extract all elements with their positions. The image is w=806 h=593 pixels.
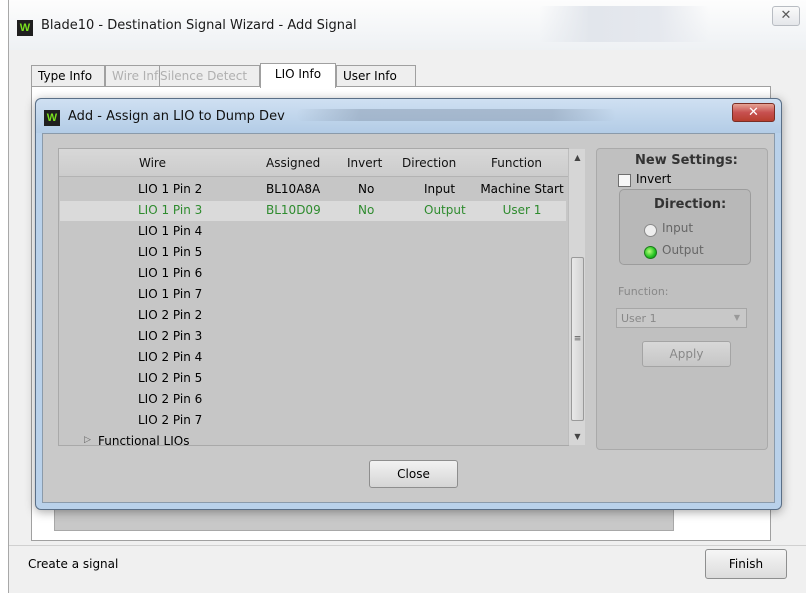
dialog-title-bar: W Add - Assign an LIO to Dump Dev ✕ xyxy=(36,99,781,133)
cell-wire: LIO 1 Pin 5 xyxy=(138,245,203,259)
invert-label[interactable]: Invert xyxy=(636,172,671,186)
cell-assigned: BL10A8A xyxy=(266,182,321,196)
function-dropdown[interactable]: User 1 ▼ xyxy=(616,308,747,328)
finish-button[interactable]: Finish xyxy=(705,549,787,579)
window-title-bar: W Blade10 - Destination Signal Wizard - … xyxy=(9,0,806,50)
table-row[interactable]: LIO 1 Pin 3 BL10D09 No Output User 1 xyxy=(60,201,566,221)
status-divider xyxy=(9,545,806,546)
table-row[interactable]: LIO 2 Pin 2 xyxy=(60,306,566,326)
cell-wire: LIO 2 Pin 6 xyxy=(138,392,203,406)
cell-wire: LIO 2 Pin 5 xyxy=(138,371,203,385)
cell-function: Machine Start xyxy=(480,182,564,196)
new-settings-title: New Settings: xyxy=(635,153,738,168)
cell-direction: Input xyxy=(424,182,456,196)
cell-wire: LIO 1 Pin 3 xyxy=(138,203,203,217)
table-row[interactable]: LIO 2 Pin 6 xyxy=(60,390,566,410)
window-title: Blade10 - Destination Signal Wizard - Ad… xyxy=(41,18,357,33)
cell-wire: LIO 2 Pin 2 xyxy=(138,308,203,322)
close-button[interactable]: Close xyxy=(369,460,458,488)
direction-group: Direction: Input Output xyxy=(619,189,751,265)
cell-wire: LIO 2 Pin 7 xyxy=(138,413,203,427)
tab-wire-info: Wire Info xyxy=(105,65,160,87)
app-w-icon: W xyxy=(44,110,60,126)
cell-invert: No xyxy=(358,203,375,217)
invert-checkbox[interactable] xyxy=(618,174,631,187)
scroll-down-arrow-icon[interactable]: ▼ xyxy=(569,428,586,445)
table-row[interactable]: LIO 2 Pin 5 xyxy=(60,369,566,389)
table-row[interactable]: LIO 2 Pin 7 xyxy=(60,411,566,431)
table-row[interactable]: LIO 1 Pin 5 xyxy=(60,243,566,263)
table-row[interactable]: LIO 1 Pin 2 BL10A8A No Input Machine Start xyxy=(60,180,566,200)
column-header-wire[interactable]: Wire xyxy=(139,156,166,170)
blurred-background-text xyxy=(296,109,616,121)
tab-silence-detect: Silence Detect xyxy=(160,65,260,87)
cell-wire: LIO 1 Pin 4 xyxy=(138,224,203,238)
list-header: Wire Assigned Invert Direction Function xyxy=(59,149,568,177)
blurred-background-text xyxy=(539,6,709,42)
table-row[interactable]: LIO 2 Pin 3 xyxy=(60,327,566,347)
table-row[interactable]: LIO 2 Pin 4 xyxy=(60,348,566,368)
tab-type-info[interactable]: Type Info xyxy=(31,65,105,87)
direction-output-label[interactable]: Output xyxy=(662,243,704,257)
tab-user-info[interactable]: User Info xyxy=(336,65,416,87)
cell-assigned: BL10D09 xyxy=(266,203,321,217)
column-header-direction[interactable]: Direction xyxy=(402,156,456,170)
direction-input-label[interactable]: Input xyxy=(662,221,693,235)
cell-wire: LIO 1 Pin 7 xyxy=(138,287,203,301)
function-label: Function: xyxy=(618,285,669,298)
direction-output-radio[interactable] xyxy=(644,246,657,259)
status-text: Create a signal xyxy=(28,557,119,571)
scroll-thumb[interactable]: ≡ xyxy=(571,257,584,421)
cell-wire: LIO 2 Pin 4 xyxy=(138,350,203,364)
lio-list[interactable]: Wire Assigned Invert Direction Function … xyxy=(58,148,585,448)
assign-lio-dialog: W Add - Assign an LIO to Dump Dev ✕ Wire… xyxy=(35,98,782,510)
column-header-function[interactable]: Function xyxy=(491,156,542,170)
table-row[interactable]: LIO 1 Pin 4 xyxy=(60,222,566,242)
column-header-assigned[interactable]: Assigned xyxy=(266,156,320,170)
group-label: Functional LIOs xyxy=(98,434,190,448)
expand-arrow-icon[interactable]: ▷ xyxy=(84,435,91,445)
cell-invert: No xyxy=(358,182,375,196)
list-scrollbar[interactable]: ▲ ≡ ▼ xyxy=(568,149,585,445)
dialog-body: Wire Assigned Invert Direction Function … xyxy=(42,133,775,503)
apply-button[interactable]: Apply xyxy=(642,341,731,367)
chevron-down-icon: ▼ xyxy=(733,313,740,322)
cell-direction: Output xyxy=(424,203,466,217)
cell-wire: LIO 1 Pin 2 xyxy=(138,182,203,196)
cell-function: User 1 xyxy=(502,203,542,217)
new-settings-panel: New Settings: Invert Direction: Input Ou… xyxy=(596,148,768,450)
panel-grey-strip xyxy=(54,509,674,531)
dialog-close-button[interactable]: ✕ xyxy=(732,103,775,122)
cell-wire: LIO 1 Pin 6 xyxy=(138,266,203,280)
scroll-up-arrow-icon[interactable]: ▲ xyxy=(569,149,586,166)
dialog-title: Add - Assign an LIO to Dump Dev xyxy=(68,109,285,124)
app-w-icon: W xyxy=(17,20,33,36)
table-row[interactable]: LIO 1 Pin 7 xyxy=(60,285,566,305)
tab-lio-info[interactable]: LIO Info xyxy=(260,63,336,88)
direction-input-radio[interactable] xyxy=(644,224,657,237)
cell-wire: LIO 2 Pin 3 xyxy=(138,329,203,343)
column-header-invert[interactable]: Invert xyxy=(347,156,382,170)
window-close-button[interactable]: ✕ xyxy=(772,6,800,26)
table-row[interactable]: LIO 1 Pin 6 xyxy=(60,264,566,284)
direction-title: Direction: xyxy=(654,197,727,212)
group-row-functional-lios[interactable]: ▷ Functional LIOs xyxy=(60,432,566,452)
function-value: User 1 xyxy=(621,312,657,325)
